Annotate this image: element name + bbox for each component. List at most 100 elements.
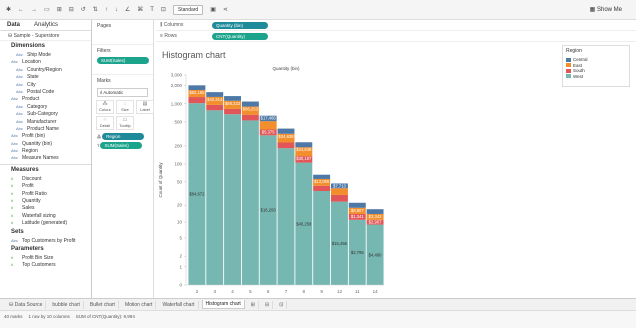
filters-card-title: Filters bbox=[92, 44, 153, 57]
colour-label: Colour bbox=[99, 107, 111, 112]
dimension-type-icon: Abc bbox=[16, 111, 23, 117]
back-icon[interactable]: ← bbox=[18, 7, 24, 13]
rows-pill[interactable]: CNT(Quantity) bbox=[212, 32, 268, 40]
new-sheet-tab-icon[interactable]: ⊞ bbox=[248, 300, 259, 309]
tab-analytics[interactable]: Analytics bbox=[27, 20, 65, 30]
tableau-logo-icon[interactable]: ✱ bbox=[6, 6, 11, 13]
marks-type-label: Automatic bbox=[103, 90, 124, 95]
data-label: $40,258 bbox=[296, 221, 312, 226]
sum-sales-label-pill[interactable]: SUM(Sales) bbox=[100, 142, 143, 149]
tab-motion-chart[interactable]: Motion chart bbox=[122, 300, 157, 309]
fix-axes-icon[interactable]: ⊡ bbox=[161, 6, 166, 13]
tooltip-button[interactable]: ▭ Tooltip bbox=[116, 116, 134, 130]
field-label: City bbox=[27, 81, 36, 88]
measure-quantity[interactable]: # Quantity bbox=[0, 197, 91, 204]
dimension-sub-category[interactable]: Abc Sub-Category bbox=[0, 110, 91, 117]
columns-pill[interactable]: Quantity (bin) bbox=[212, 21, 268, 29]
measure-type-icon: # bbox=[11, 254, 14, 260]
datasource-item[interactable]: ⛁ Sample - Superstore bbox=[0, 31, 91, 41]
swap-icon[interactable]: ⇅ bbox=[93, 6, 98, 13]
show-me-button[interactable]: ▦ Show Me bbox=[590, 6, 622, 13]
data-label: $86,253 bbox=[243, 107, 259, 112]
new-sheet-icon[interactable]: ⊟ bbox=[69, 6, 74, 13]
dimension-ship-mode[interactable]: Abc Ship Mode bbox=[0, 51, 91, 58]
region-pill[interactable]: Region bbox=[102, 133, 145, 140]
measures-list: # Discount # Profit # Profit Ratio # Quantity # S… bbox=[0, 175, 91, 227]
measure-waterfall-sizing[interactable]: # Waterfall sizing bbox=[0, 212, 91, 219]
set-top-customers-by-profit[interactable]: Abc Top Customers by Profit bbox=[0, 237, 91, 244]
show-me-icon: ▦ bbox=[589, 7, 597, 13]
tab-bubble-chart[interactable]: bubble chart bbox=[49, 300, 84, 309]
data-label: $82,165 bbox=[189, 90, 205, 95]
tab-waterfall-chart[interactable]: Waterfall chart bbox=[159, 300, 199, 309]
y-tick-label: 2,000 bbox=[171, 83, 183, 88]
new-dashboard-tab-icon[interactable]: ⊟ bbox=[262, 300, 274, 309]
legend-item-west[interactable]: West bbox=[566, 74, 626, 80]
tab-histogram-chart[interactable]: Histogram chart bbox=[201, 300, 245, 309]
tab-data-source[interactable]: ⛁ Data Source bbox=[6, 300, 47, 309]
measure-profit-ratio[interactable]: # Profit Ratio bbox=[0, 190, 91, 197]
measure-profit[interactable]: # Profit bbox=[0, 182, 91, 189]
measure-type-icon: # bbox=[11, 212, 14, 218]
detail-button[interactable]: ⁘ Detail bbox=[96, 116, 114, 130]
dimension-manufacturer[interactable]: Abc Manufacturer bbox=[0, 118, 91, 125]
fit-select[interactable]: Standard bbox=[172, 4, 204, 15]
forward-icon[interactable]: → bbox=[31, 7, 37, 13]
y-axis-title: Count of Quantity bbox=[158, 162, 163, 198]
bar-central-9 bbox=[313, 174, 331, 179]
dimension-product[interactable]: Abc Product bbox=[0, 95, 91, 102]
marks-type-select[interactable]: ıl Automatic bbox=[97, 88, 148, 97]
measures-header: Measures bbox=[0, 163, 91, 175]
share-icon[interactable]: ⋖ bbox=[223, 6, 228, 13]
data-label: $42,314 bbox=[207, 97, 223, 102]
group-icon[interactable]: ⌘ bbox=[137, 6, 143, 13]
filter-pill-sum-sales[interactable]: SUM(Sales) bbox=[97, 57, 149, 64]
rows-shelf[interactable]: ≡ Rows CNT(Quantity) bbox=[156, 31, 636, 42]
measure-latitude-generated[interactable]: # Latitude (generated) bbox=[0, 219, 91, 226]
new-story-tab-icon[interactable]: ⊡ bbox=[276, 300, 288, 309]
measure-discount[interactable]: # Discount bbox=[0, 175, 91, 182]
tab-bullet-chart[interactable]: Bullet chart bbox=[87, 300, 119, 309]
y-tick-label: 500 bbox=[174, 119, 182, 124]
sort-asc-icon[interactable]: ↑ bbox=[105, 7, 108, 13]
dimension-profit-bin[interactable]: Abc Profit (bin) bbox=[0, 132, 91, 139]
histogram-chart[interactable]: Quantity (bin)Count of Quantity012510205… bbox=[156, 45, 560, 298]
presentation-icon[interactable]: ▣ bbox=[210, 6, 216, 13]
dimension-category[interactable]: Abc Category bbox=[0, 103, 91, 110]
dimension-region[interactable]: Abc Region bbox=[0, 147, 91, 154]
parameter-profit-bin-size[interactable]: # Profit Bin Size bbox=[0, 254, 91, 261]
bar-central-7 bbox=[277, 128, 295, 134]
sort-desc-icon[interactable]: ↓ bbox=[115, 7, 118, 13]
dimension-state[interactable]: Abc State bbox=[0, 73, 91, 80]
dimension-product-name[interactable]: Abc Product Name bbox=[0, 125, 91, 132]
dimension-postal-code[interactable]: Abc Postal Code bbox=[0, 88, 91, 95]
dimension-country-region[interactable]: Abc Country/Region bbox=[0, 66, 91, 73]
parameter-top-customers[interactable]: # Top Customers bbox=[0, 261, 91, 268]
columns-shelf[interactable]: ⫼ Columns Quantity (bin) bbox=[156, 20, 636, 31]
dimension-quantity-bin[interactable]: Abc Quantity (bin) bbox=[0, 140, 91, 147]
data-label: $24,649 bbox=[296, 147, 312, 152]
dimension-location[interactable]: Abc Location bbox=[0, 58, 91, 65]
new-datasource-icon[interactable]: ⊞ bbox=[57, 6, 62, 13]
field-label: Ship Mode bbox=[27, 52, 51, 58]
measure-sales[interactable]: # Sales bbox=[0, 204, 91, 211]
colour-button[interactable]: ⁂ Colour bbox=[96, 100, 114, 114]
bar-west-5 bbox=[241, 120, 259, 285]
worksheet-view[interactable]: Histogram chart Quantity (bin) Count of Q… bbox=[156, 45, 560, 298]
highlight-icon[interactable]: ∠ bbox=[125, 6, 130, 13]
tab-data[interactable]: Data bbox=[0, 20, 27, 30]
bar-west-3 bbox=[206, 110, 224, 285]
dimension-city[interactable]: Abc City bbox=[0, 81, 91, 88]
label-icon[interactable]: T bbox=[150, 7, 154, 13]
dimension-measure-names[interactable]: Abc Measure Names bbox=[0, 154, 91, 161]
y-tick-label: 0 bbox=[179, 283, 182, 288]
data-label: $16,293 bbox=[261, 208, 277, 213]
label-button[interactable]: ▤ Label bbox=[136, 100, 154, 114]
measure-type-icon: # bbox=[11, 205, 14, 211]
size-button[interactable]: ◌ Size bbox=[116, 100, 134, 114]
region-legend[interactable]: Region Central East South West bbox=[562, 45, 630, 87]
undo-icon[interactable]: ↺ bbox=[81, 6, 86, 13]
save-icon[interactable]: ▭ bbox=[44, 6, 50, 13]
pages-card[interactable] bbox=[92, 32, 153, 44]
bar-south-9 bbox=[313, 185, 331, 192]
